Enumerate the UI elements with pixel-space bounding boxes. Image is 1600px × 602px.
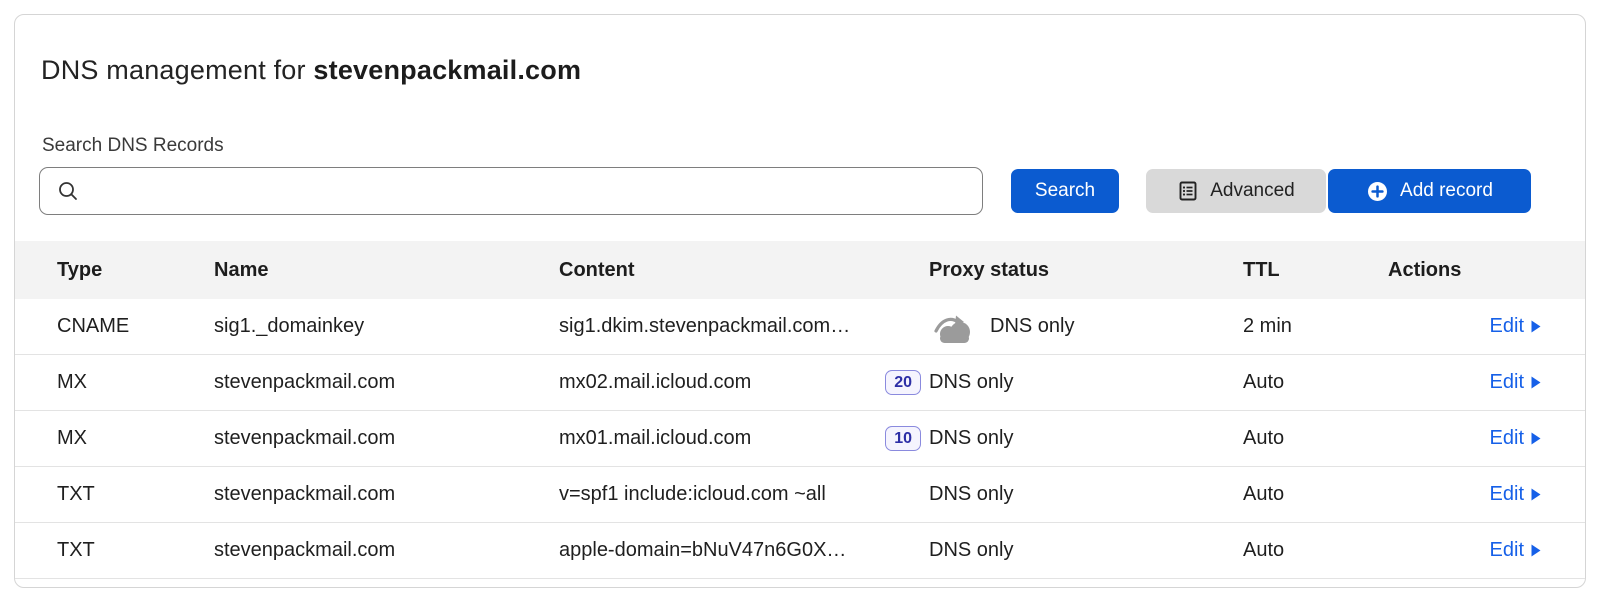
record-ttl: Auto [1243,539,1388,562]
record-name: stevenpackmail.com [214,371,559,394]
record-name: stevenpackmail.com [214,427,559,450]
record-actions: Edit [1388,371,1586,394]
dns-management-panel: DNS management for stevenpackmail.com Se… [14,14,1586,588]
record-proxy-status: DNS only [929,371,1243,394]
record-content-text: mx01.mail.icloud.com [559,427,751,450]
list-document-icon [1177,180,1199,202]
header-name: Name [214,259,559,282]
gray-cloud-arrow-icon [929,310,975,343]
advanced-button[interactable]: Advanced [1146,169,1326,213]
chevron-right-icon [1531,376,1541,389]
header-type: Type [57,259,214,282]
record-type: TXT [57,483,214,506]
record-type: TXT [57,539,214,562]
page-title-prefix: DNS management for [41,55,313,85]
record-content-text: apple-domain=bNuV47n6G0X… [559,539,846,562]
edit-link-label: Edit [1490,427,1524,450]
record-proxy-status: DNS only [929,427,1243,450]
record-ttl: Auto [1243,371,1388,394]
record-actions: Edit [1388,483,1586,506]
record-ttl: Auto [1243,427,1388,450]
edit-link[interactable]: Edit [1490,483,1541,506]
advanced-button-label: Advanced [1210,180,1295,202]
record-proxy-status: DNS only [929,539,1243,562]
add-record-button-label: Add record [1400,180,1493,202]
search-button[interactable]: Search [1011,169,1119,213]
record-name: stevenpackmail.com [214,539,559,562]
record-type: MX [57,427,214,450]
proxy-status-text: DNS only [929,427,1013,450]
table-header-row: Type Name Content Proxy status TTL Actio… [15,241,1586,299]
record-content-text: v=spf1 include:icloud.com ~all [559,483,826,506]
plus-circle-icon [1366,180,1389,203]
priority-badge: 20 [885,370,921,395]
record-actions: Edit [1388,427,1586,450]
record-content: mx01.mail.icloud.com 10 [559,426,929,451]
proxy-status-text: DNS only [929,539,1013,562]
record-content-text: sig1.dkim.stevenpackmail.com… [559,315,850,338]
edit-link-label: Edit [1490,539,1524,562]
search-box [39,167,983,215]
edit-link[interactable]: Edit [1490,427,1541,450]
header-proxy-status: Proxy status [929,259,1243,282]
priority-badge: 10 [885,426,921,451]
record-content: sig1.dkim.stevenpackmail.com… [559,315,929,338]
table-row: CNAME sig1._domainkey sig1.dkim.stevenpa… [15,299,1586,355]
header-ttl: TTL [1243,259,1388,282]
edit-link-label: Edit [1490,371,1524,394]
record-content-text: mx02.mail.icloud.com [559,371,751,394]
table-row: TXT stevenpackmail.com apple-domain=bNuV… [15,523,1586,579]
proxy-status-text: DNS only [929,371,1013,394]
header-actions: Actions [1388,259,1586,282]
edit-link[interactable]: Edit [1490,539,1541,562]
record-actions: Edit [1388,315,1586,338]
record-type: CNAME [57,315,214,338]
page-title: DNS management for stevenpackmail.com [41,55,581,86]
chevron-right-icon [1531,432,1541,445]
table-body: CNAME sig1._domainkey sig1.dkim.stevenpa… [15,299,1586,579]
record-content: apple-domain=bNuV47n6G0X… [559,539,929,562]
record-name: stevenpackmail.com [214,483,559,506]
edit-link-label: Edit [1490,315,1524,338]
record-proxy-status: DNS only [929,483,1243,506]
record-type: MX [57,371,214,394]
edit-link[interactable]: Edit [1490,315,1541,338]
header-content: Content [559,259,929,282]
search-button-label: Search [1035,180,1095,202]
search-label: Search DNS Records [42,135,224,157]
page-title-domain: stevenpackmail.com [313,55,581,85]
search-input[interactable] [79,168,982,214]
record-ttl: Auto [1243,483,1388,506]
table-row: MX stevenpackmail.com mx02.mail.icloud.c… [15,355,1586,411]
edit-link-label: Edit [1490,483,1524,506]
table-row: MX stevenpackmail.com mx01.mail.icloud.c… [15,411,1586,467]
add-record-button[interactable]: Add record [1328,169,1531,213]
record-content: v=spf1 include:icloud.com ~all [559,483,929,506]
edit-link[interactable]: Edit [1490,371,1541,394]
dns-records-table: Type Name Content Proxy status TTL Actio… [15,241,1586,579]
record-proxy-status: DNS only [929,310,1243,343]
chevron-right-icon [1531,544,1541,557]
proxy-status-text: DNS only [990,315,1074,338]
record-content: mx02.mail.icloud.com 20 [559,370,929,395]
proxy-status-text: DNS only [929,483,1013,506]
record-actions: Edit [1388,539,1586,562]
record-ttl: 2 min [1243,315,1388,338]
search-icon [57,180,79,202]
chevron-right-icon [1531,320,1541,333]
chevron-right-icon [1531,488,1541,501]
table-row: TXT stevenpackmail.com v=spf1 include:ic… [15,467,1586,523]
record-name: sig1._domainkey [214,315,559,338]
